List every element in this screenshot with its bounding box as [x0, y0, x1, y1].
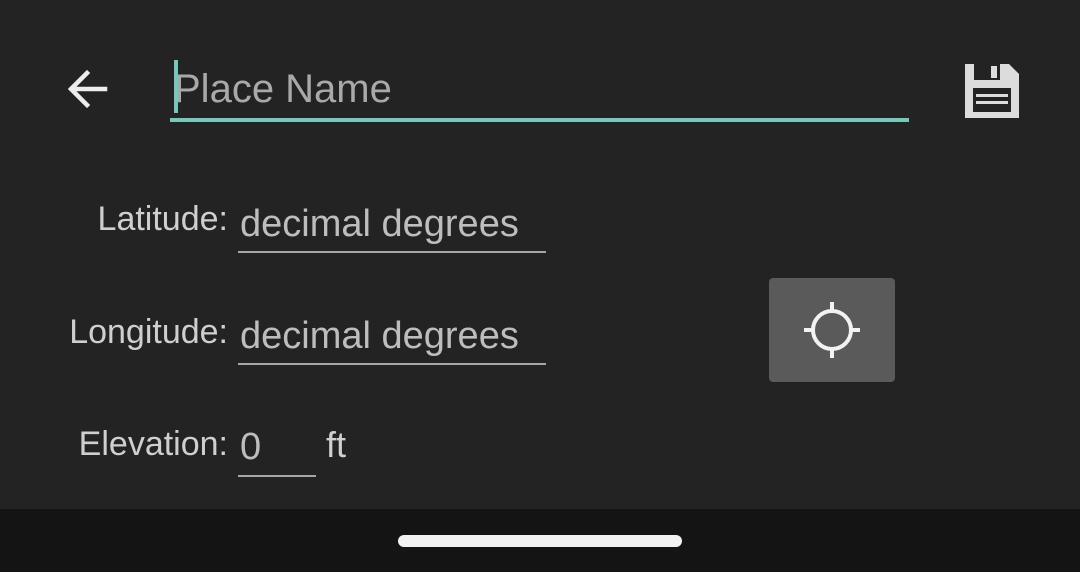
elevation-unit: ft	[326, 424, 347, 465]
system-navigation-bar	[0, 509, 1080, 572]
crosshair-icon	[804, 302, 860, 358]
longitude-input[interactable]	[238, 309, 546, 365]
longitude-label: Longitude:	[69, 313, 228, 351]
elevation-label: Elevation:	[78, 425, 228, 463]
save-button[interactable]	[956, 55, 1028, 127]
floppy-disk-icon	[965, 64, 1019, 118]
edit-place-screen: Latitude: Longitude: Elevation: ft	[0, 0, 1080, 572]
back-button[interactable]	[56, 58, 118, 120]
latitude-label: Latitude:	[97, 200, 228, 238]
use-current-location-button[interactable]	[769, 278, 895, 382]
place-name-field[interactable]	[170, 56, 909, 126]
elevation-input[interactable]	[238, 420, 316, 477]
arrow-left-icon	[67, 69, 108, 109]
text-cursor	[174, 60, 178, 113]
latitude-input[interactable]	[238, 197, 546, 253]
home-gesture-handle[interactable]	[398, 535, 682, 547]
place-name-input[interactable]	[170, 56, 909, 122]
